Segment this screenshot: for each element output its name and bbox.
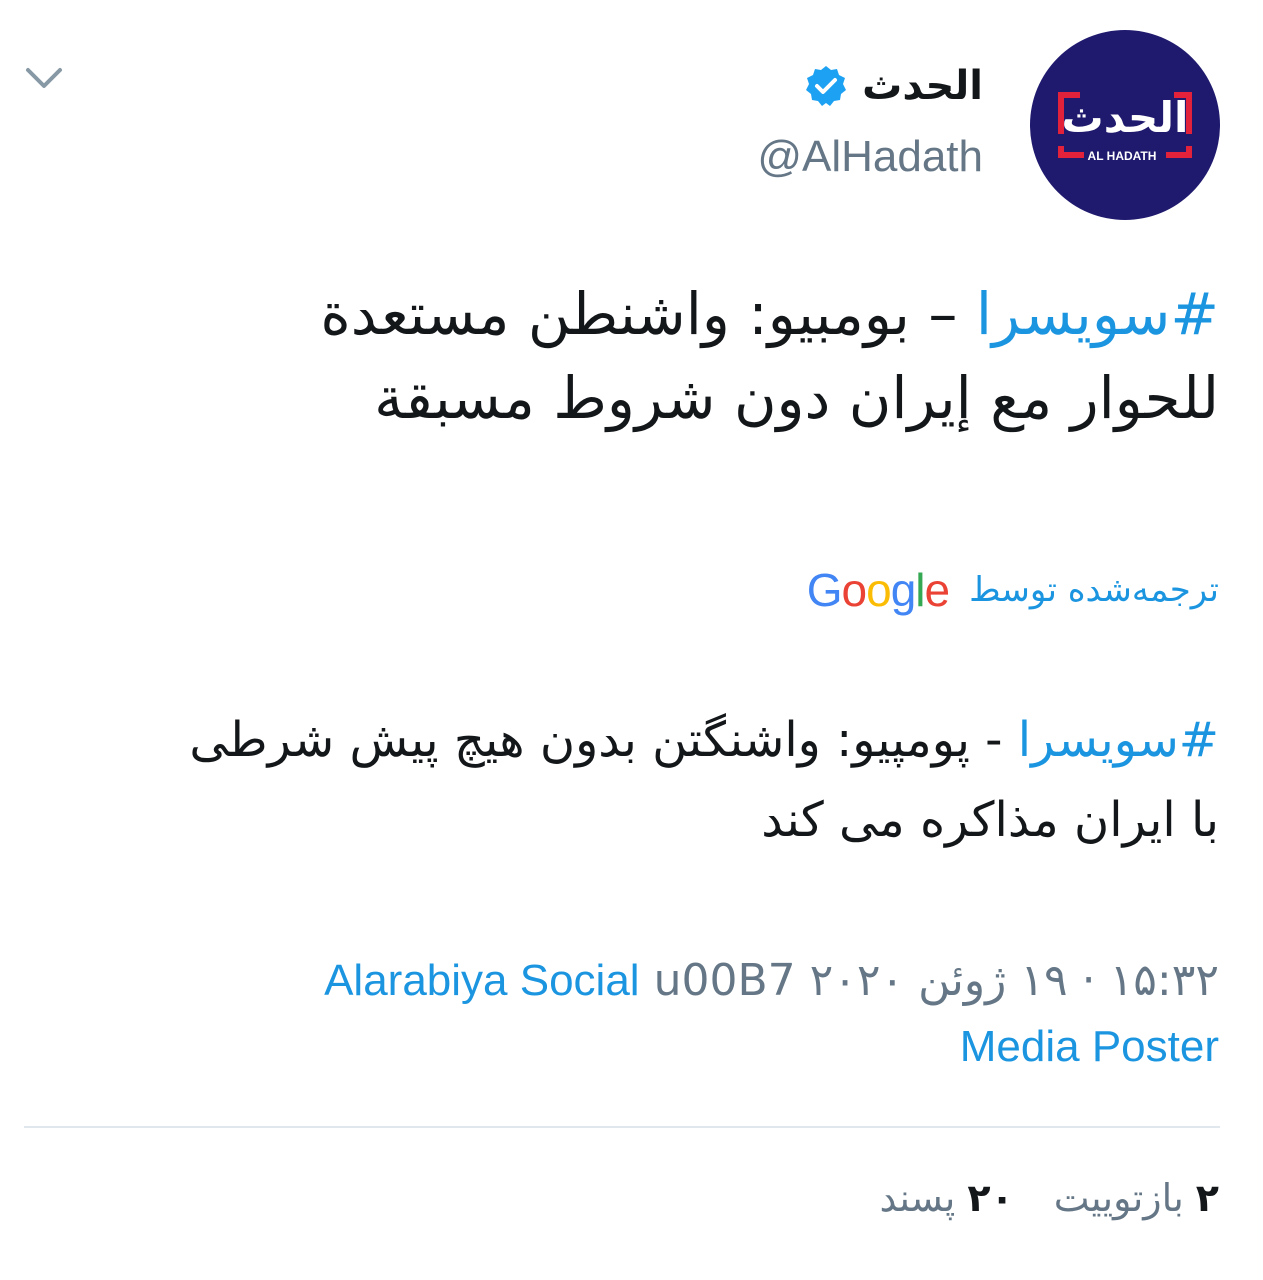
likes-count: ۲۰ [967,1176,1014,1220]
meta-separator-text: u00B7 [653,955,796,1006]
chevron-down-icon[interactable] [24,64,64,94]
tweet-source-link[interactable]: Alarabiya Social [324,956,640,1005]
tweet-time[interactable]: ۱۵:۳۲ [1110,955,1219,1006]
meta-dot: · [1067,955,1096,1006]
retweets-label: بازتوییت [1053,1176,1184,1220]
tweet-source-link-continued[interactable]: Media Poster [960,1022,1219,1071]
google-letter: G [806,564,843,616]
translated-by-label: ترجمه‌شده توسط [969,570,1219,610]
tweet-text-translation: #سويسرا - پومپیو: واشنگتن بدون هیچ پیش ش… [39,700,1219,860]
google-logo: Google [806,563,951,617]
tweet-stats: ۲ بازتوییت ۲۰ پسند [879,1176,1219,1220]
google-letter: l [915,564,925,616]
hashtag-link[interactable]: #سويسرا [1018,712,1219,768]
translation-line-1: #سويسرا - پومپیو: واشنگتن بدون هیچ پیش ش… [39,700,1219,780]
tweet-line-2: للحوار مع إيران دون شروط مسبقة [374,364,1219,432]
google-letter: o [866,564,892,616]
likes-stat[interactable]: ۲۰ پسند [879,1176,1013,1220]
translated-by-row[interactable]: ترجمه‌شده توسط Google [807,562,1219,618]
likes-label: پسند [879,1176,956,1220]
avatar-logo-subtext: AL HADATH [1088,149,1157,163]
avatar-logo-text: الحدث [1062,93,1189,142]
verified-badge-icon [804,64,848,108]
display-name[interactable]: الحدث [862,63,983,109]
translation-line-1-text: - پومپیو: واشنگتن بدون هیچ پیش شرطی [189,712,1018,768]
avatar[interactable]: الحدث AL HADATH [1030,30,1220,220]
tweet-line-1: #سويسرا – بومبيو: واشنطن مستعدة [39,272,1219,356]
account-name-row[interactable]: الحدث [804,56,983,116]
tweet-date[interactable]: ۱۹ ژوئن ۲۰۲۰ [810,955,1068,1006]
tweet-line-1-text: – بومبيو: واشنطن مستعدة [320,280,976,348]
google-letter: g [890,564,917,616]
translation-line-2: با ایران مذاکره می کند [761,792,1219,848]
tweet-meta: ۱۵:۳۲ · ۱۹ ژوئن ۲۰۲۰ u00B7 Alarabiya Soc… [29,948,1219,1080]
google-letter: e [924,564,951,616]
divider [24,1126,1220,1128]
account-handle[interactable]: @AlHadath [757,132,983,182]
retweets-count: ۲ [1195,1176,1219,1220]
google-letter: o [841,564,868,616]
hashtag-link[interactable]: #سويسرا [976,280,1219,348]
tweet-text-original: #سويسرا – بومبيو: واشنطن مستعدة للحوار م… [39,272,1219,440]
retweets-stat[interactable]: ۲ بازتوییت [1054,1176,1219,1220]
